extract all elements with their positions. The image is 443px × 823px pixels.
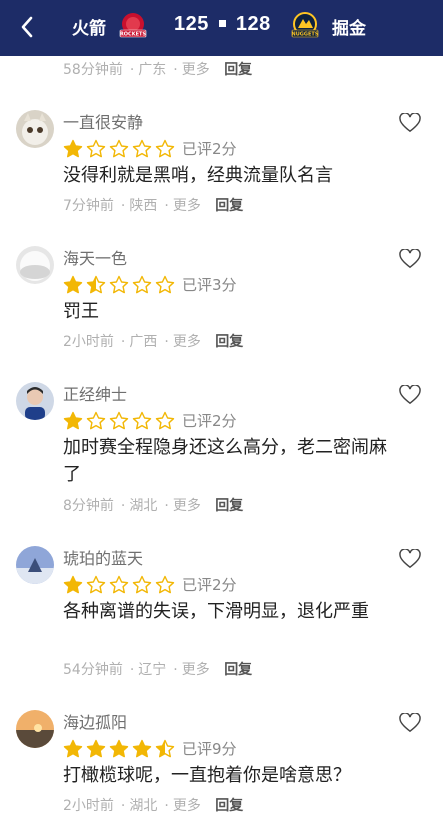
- comment-region: 湖北: [129, 798, 158, 814]
- username[interactable]: 正经绅士: [63, 381, 127, 405]
- heart-icon[interactable]: [399, 713, 421, 733]
- more-link[interactable]: 更多: [173, 498, 201, 514]
- comment-text: 罚王: [63, 301, 99, 322]
- comment-region: 陕西: [129, 198, 158, 214]
- comment-text: 没得利就是黑哨，经典流量队名言: [63, 165, 333, 186]
- nuggets-logo-icon[interactable]: NUGGETS: [290, 10, 320, 42]
- rating-label: 已评2分: [182, 412, 237, 430]
- rockets-logo-text: ROCKETS: [120, 32, 146, 38]
- star-empty-icon: [132, 139, 152, 158]
- comment-time: 2小时前: [63, 798, 114, 814]
- comment-time: 54分钟前: [63, 662, 123, 678]
- star-filled-icon: [132, 739, 152, 758]
- comment-time: 8分钟前: [63, 498, 114, 514]
- comment-region: 广东: [138, 62, 167, 78]
- star-empty-icon: [109, 411, 129, 430]
- comment-region: 广西: [129, 334, 158, 350]
- reply-button[interactable]: 回复: [215, 198, 243, 214]
- reply-button[interactable]: 回复: [215, 498, 243, 514]
- star-rating: [63, 739, 178, 759]
- star-filled-icon: [63, 139, 83, 158]
- home-team-name[interactable]: 火箭: [72, 14, 106, 39]
- avatar[interactable]: [16, 382, 54, 420]
- star-rating: [63, 139, 178, 159]
- more-link[interactable]: 更多: [182, 662, 210, 678]
- heart-icon[interactable]: [399, 249, 421, 269]
- username[interactable]: 琥珀的蓝天: [63, 545, 143, 569]
- star-rating: [63, 275, 178, 295]
- comment-meta: 2小时前 · 广西 · 更多 回复: [63, 334, 244, 350]
- home-score: 125: [174, 13, 209, 35]
- star-empty-icon: [86, 139, 106, 158]
- away-score: 128: [235, 13, 271, 35]
- star-rating: [63, 575, 178, 595]
- star-empty-icon: [86, 575, 106, 594]
- heart-icon[interactable]: [399, 385, 421, 405]
- back-arrow-icon[interactable]: [16, 14, 40, 40]
- star-rating: [63, 411, 178, 431]
- comment-text: 打橄榄球呢，一直抱着你是啥意思？: [63, 765, 351, 786]
- avatar[interactable]: [16, 110, 54, 148]
- more-link[interactable]: 更多: [173, 334, 201, 350]
- star-filled-icon: [63, 739, 83, 758]
- comment-time: 58分钟前: [63, 62, 123, 78]
- heart-icon[interactable]: [399, 549, 421, 569]
- star-filled-icon: [63, 411, 83, 430]
- comment-time: 2小时前: [63, 334, 114, 350]
- star-empty-icon: [132, 411, 152, 430]
- comment-text: 各种离谱的失误，下滑明显，退化严重: [63, 601, 369, 622]
- star-filled-icon: [63, 575, 83, 594]
- reply-button[interactable]: 回复: [224, 662, 252, 678]
- comment-meta: 54分钟前 · 辽宁 · 更多 回复: [63, 662, 253, 678]
- star-filled-icon: [86, 739, 106, 758]
- comment-meta: 8分钟前 · 湖北 · 更多 回复: [63, 498, 244, 514]
- avatar[interactable]: [16, 710, 54, 748]
- comment-region: 辽宁: [138, 662, 167, 678]
- reply-button[interactable]: 回复: [224, 62, 252, 78]
- comment-time: 7分钟前: [63, 198, 114, 214]
- more-link[interactable]: 更多: [173, 798, 201, 814]
- username[interactable]: 海边孤阳: [63, 709, 127, 733]
- comment-region: 湖北: [129, 498, 158, 514]
- score-separator: [218, 20, 226, 27]
- more-link[interactable]: 更多: [182, 62, 210, 78]
- heart-icon[interactable]: [399, 113, 421, 133]
- rating-label: 已评2分: [182, 576, 237, 594]
- more-link[interactable]: 更多: [173, 198, 201, 214]
- username[interactable]: 一直很安静: [63, 109, 143, 133]
- away-team-name[interactable]: 掘金: [332, 14, 366, 39]
- star-empty-icon: [86, 411, 106, 430]
- reply-button[interactable]: 回复: [215, 334, 243, 350]
- star-empty-icon: [155, 275, 175, 294]
- star-empty-icon: [109, 575, 129, 594]
- star-empty-icon: [109, 275, 129, 294]
- star-empty-icon: [109, 139, 129, 158]
- star-empty-icon: [132, 575, 152, 594]
- star-filled-icon: [109, 739, 129, 758]
- comment-meta: 2小时前 · 湖北 · 更多 回复: [63, 798, 244, 814]
- prev-comment-meta: 58分钟前 · 广东 · 更多 回复: [63, 62, 253, 78]
- rating-label: 已评2分: [182, 140, 237, 158]
- star-empty-icon: [155, 139, 175, 158]
- star-half-icon: [155, 739, 175, 758]
- reply-button[interactable]: 回复: [215, 798, 243, 814]
- score-display: 125 128: [174, 13, 271, 36]
- rating-label: 已评3分: [182, 276, 237, 294]
- comment-text: 加时赛全程隐身还这么高分，老二密闹麻了: [63, 437, 387, 485]
- star-empty-icon: [155, 575, 175, 594]
- rockets-logo-icon[interactable]: ROCKETS: [118, 10, 148, 42]
- comment-meta: 7分钟前 · 陕西 · 更多 回复: [63, 198, 244, 214]
- username[interactable]: 海天一色: [63, 245, 127, 269]
- star-empty-icon: [132, 275, 152, 294]
- nuggets-logo-text: NUGGETS: [292, 32, 319, 38]
- game-header: 火箭 ROCKETS 125 128 NUGGETS 掘金: [0, 0, 443, 56]
- star-filled-icon: [63, 275, 83, 294]
- rating-label: 已评9分: [182, 740, 237, 758]
- avatar[interactable]: [16, 546, 54, 584]
- star-empty-icon: [155, 411, 175, 430]
- avatar[interactable]: [16, 246, 54, 284]
- star-half-icon: [86, 275, 106, 294]
